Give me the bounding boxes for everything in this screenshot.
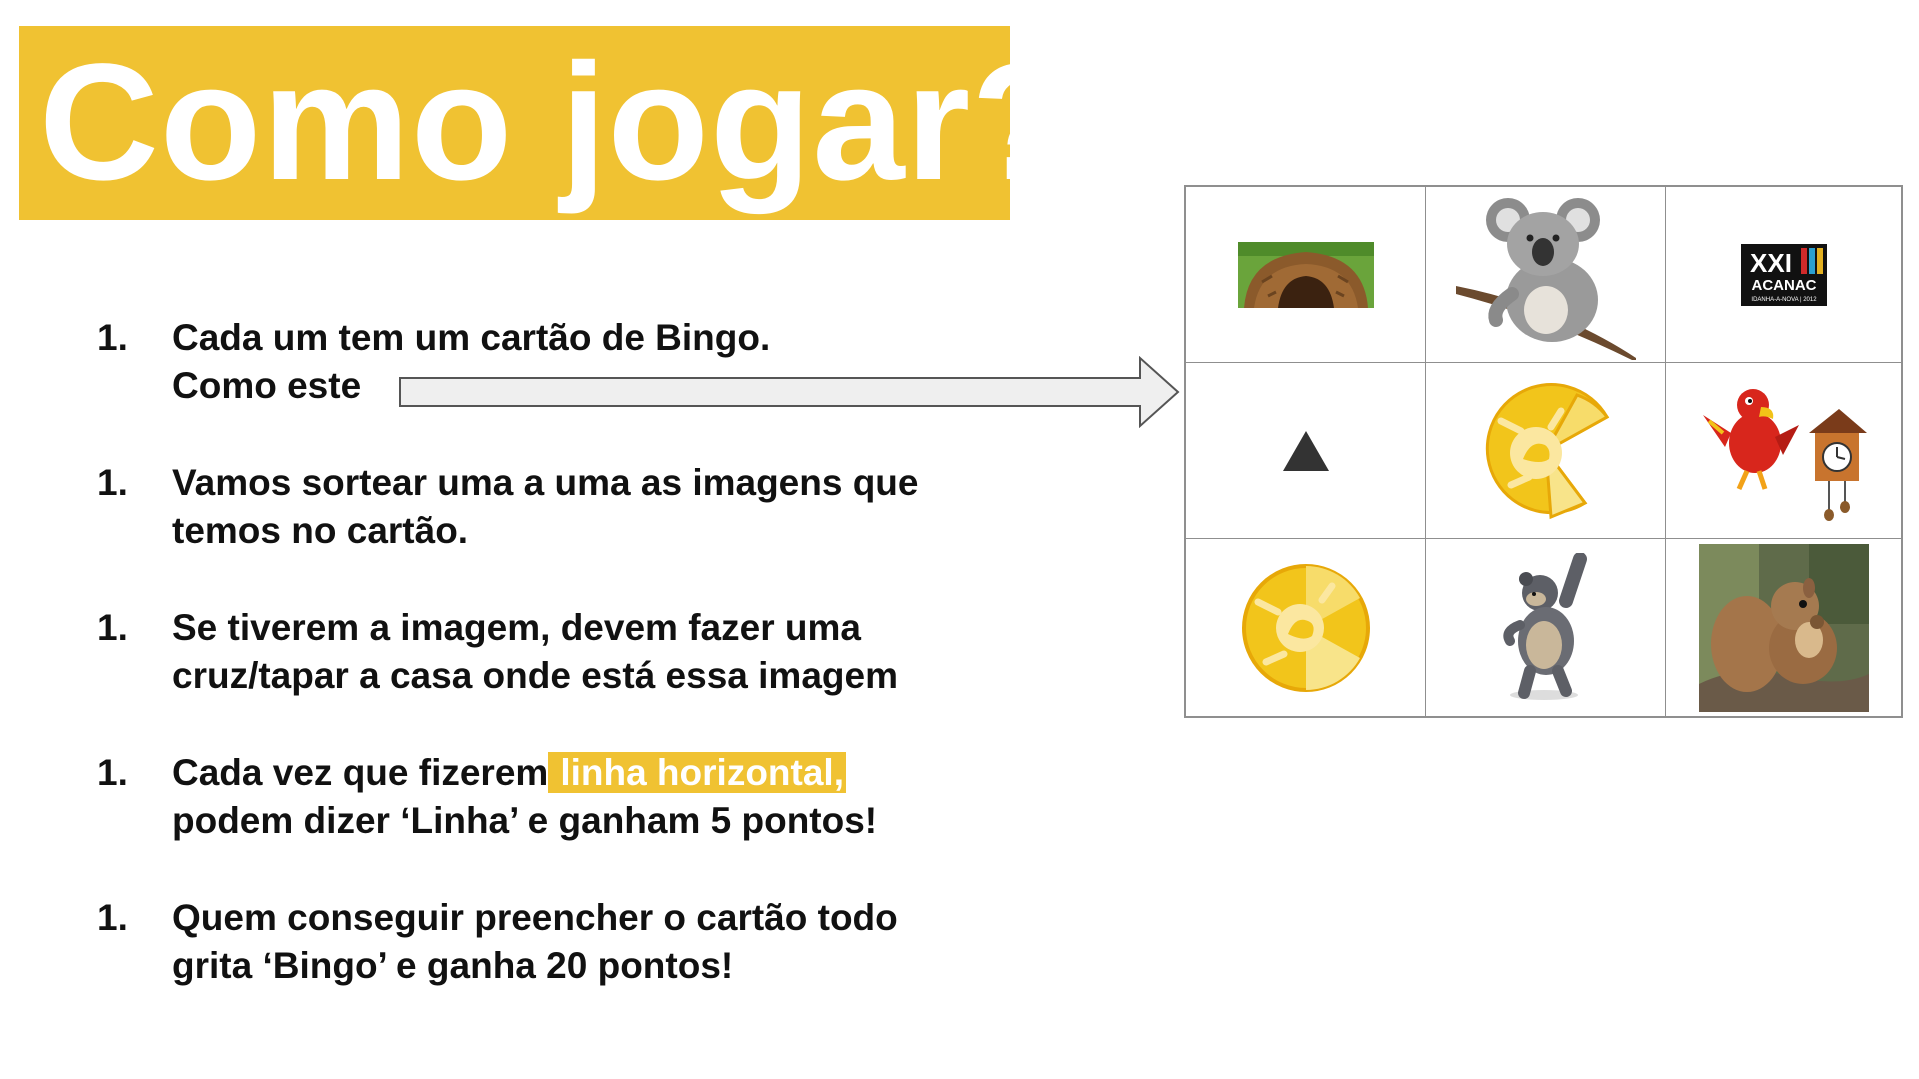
title-banner: Como jogar? xyxy=(19,26,1073,220)
bingo-cell xyxy=(1426,363,1666,539)
parrot-cuckoo-clock-icon xyxy=(1702,388,1867,521)
step-text: Vamos sortear uma a uma as imagens que t… xyxy=(172,459,1032,555)
logo-text: ACANAC xyxy=(1751,277,1816,294)
step-line: Cada vez que fizerem linha horizontal, xyxy=(172,749,1032,797)
step-line: Quem conseguir preencher o cartão todo xyxy=(172,897,898,938)
step-text: Quem conseguir preencher o cartão todo g… xyxy=(172,894,1032,990)
step-line: temos no cartão. xyxy=(172,510,469,551)
yellow-badge-open-icon xyxy=(1485,382,1609,519)
logo-text: XXI xyxy=(1750,248,1792,278)
step-number: 1. xyxy=(97,607,128,648)
step-line: podem dizer ‘Linha’ e ganham 5 pontos! xyxy=(172,800,878,841)
triangle-icon xyxy=(1282,430,1329,471)
step-number: 1. xyxy=(97,897,128,938)
step-text: Cada vez que fizerem linha horizontal, po… xyxy=(172,749,1032,845)
list-item: 1. Quem conseguir preencher o cartão tod… xyxy=(97,894,1017,1039)
bingo-card: XXI ACANAC IDANHA-A-NOVA | 2012 xyxy=(1184,185,1903,718)
squirrel-icon xyxy=(1698,543,1869,712)
bingo-cell xyxy=(1186,187,1426,363)
bingo-cell xyxy=(1186,539,1426,716)
step-text: Se tiverem a imagem, devem fazer uma cru… xyxy=(172,604,1032,700)
list-item: 1. Se tiverem a imagem, devem fazer uma … xyxy=(97,604,1017,749)
step-line: Se tiverem a imagem, devem fazer uma xyxy=(172,607,861,648)
step-line: Vamos sortear uma a uma as imagens que xyxy=(172,462,919,503)
step-number: 1. xyxy=(97,317,128,358)
logo-text: IDANHA-A-NOVA | 2012 xyxy=(1751,297,1817,303)
list-item: 1. Cada vez que fizerem linha horizontal,… xyxy=(97,749,1017,894)
yellow-badge-icon xyxy=(1241,563,1370,692)
acanac-logo: XXI ACANAC IDANHA-A-NOVA | 2012 xyxy=(1740,243,1827,306)
step-number: 1. xyxy=(97,752,128,793)
step-line-start: Cada vez que fizerem xyxy=(172,752,549,793)
step-line: Cada um tem um cartão de Bingo. xyxy=(172,317,771,358)
page-title: Como jogar? xyxy=(39,30,1074,215)
step-line: grita ‘Bingo’ e ganha 20 pontos! xyxy=(172,945,734,986)
bingo-cell: XXI ACANAC IDANHA-A-NOVA | 2012 xyxy=(1666,187,1901,363)
bingo-cell xyxy=(1186,363,1426,539)
step-number: 1. xyxy=(97,462,128,503)
bingo-cell xyxy=(1426,187,1666,363)
burrow-icon xyxy=(1237,241,1374,308)
koala-icon xyxy=(1455,197,1636,360)
arrow-right-icon xyxy=(399,356,1180,428)
bear-icon xyxy=(1502,552,1587,700)
step-line: cruz/tapar a casa onde está essa imagem xyxy=(172,655,898,696)
bingo-cell xyxy=(1426,539,1666,716)
bingo-cell xyxy=(1666,539,1901,716)
bingo-cell xyxy=(1666,363,1901,539)
list-item: 1. Vamos sortear uma a uma as imagens qu… xyxy=(97,459,1017,604)
highlighted-text: linha horizontal, xyxy=(548,752,846,793)
